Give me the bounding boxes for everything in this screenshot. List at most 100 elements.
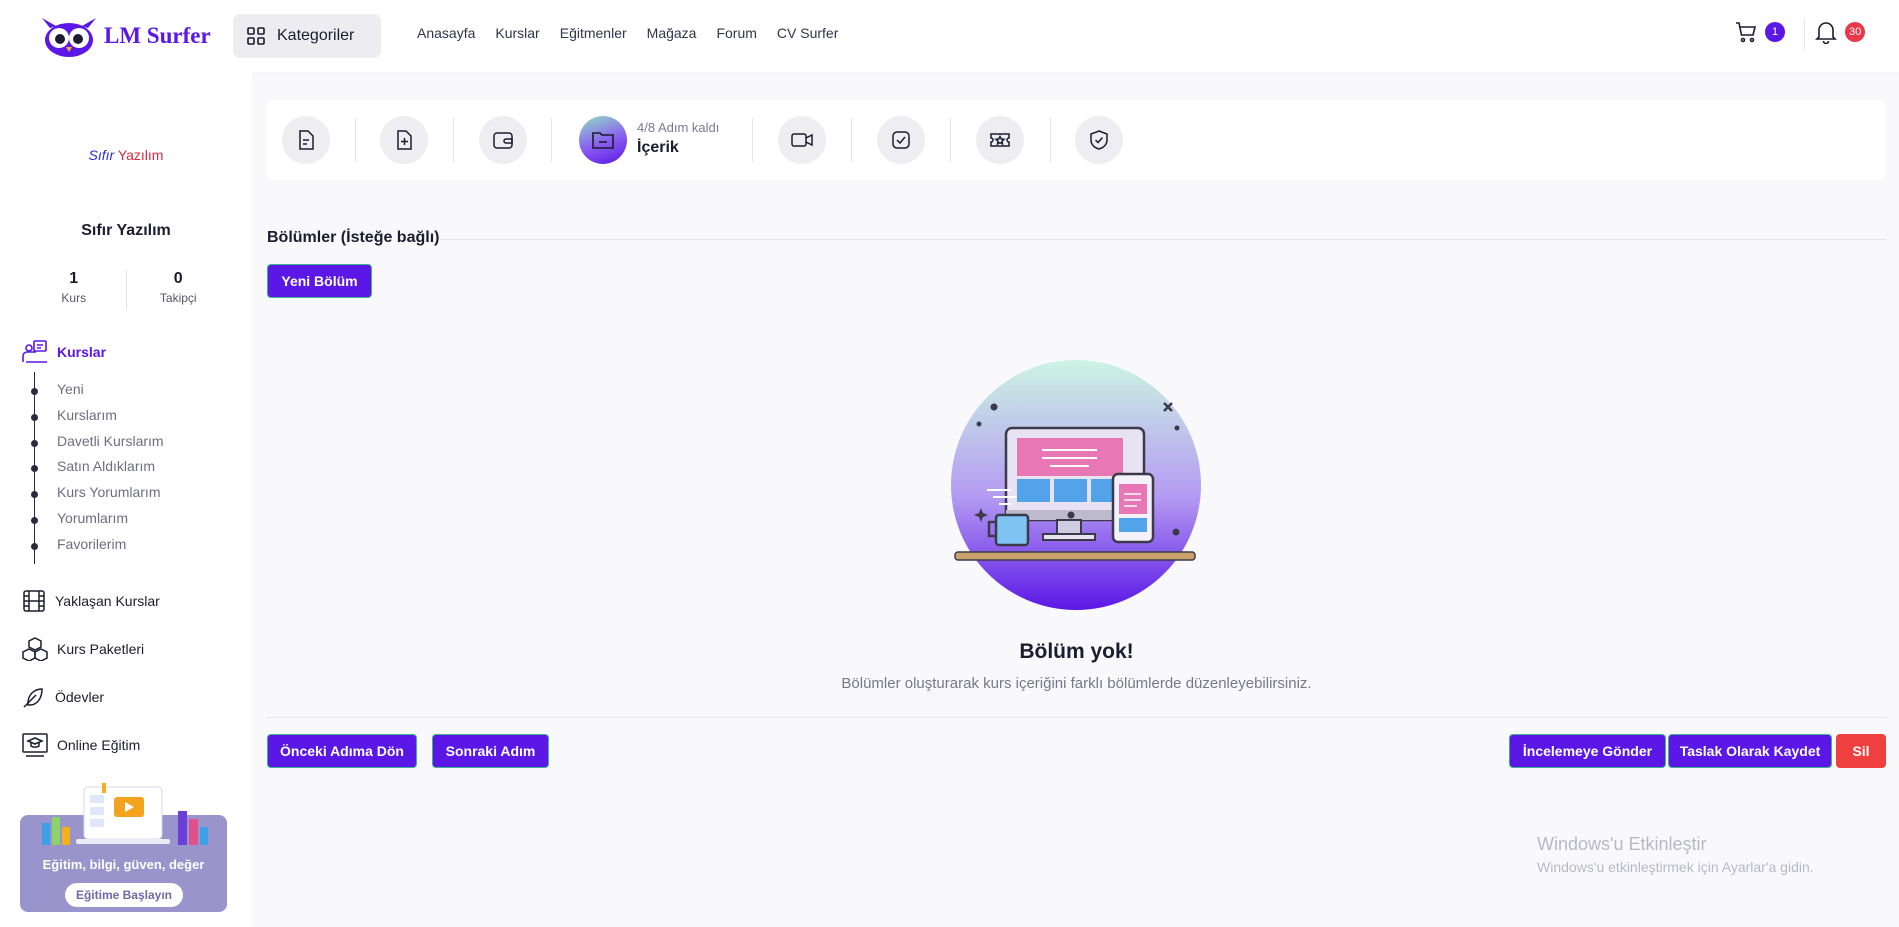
previous-step-button[interactable]: Önceki Adıma Dön [267, 734, 417, 768]
step-publish[interactable] [1075, 116, 1123, 164]
sidebar-subitem-purchases[interactable]: Satın Aldıklarım [57, 458, 155, 474]
step-separator [551, 118, 552, 162]
step-pricing[interactable] [479, 116, 527, 164]
nav-courses[interactable]: Kurslar [495, 25, 539, 41]
cart-icon[interactable] [1734, 20, 1758, 44]
submit-for-review-button[interactable]: İncelemeye Gönder [1509, 734, 1666, 768]
stat-followers-label: Takipçi [159, 291, 197, 305]
empty-state-title: Bölüm yok! [1019, 640, 1134, 663]
categories-button[interactable]: Kategoriler [233, 14, 381, 58]
step-details[interactable] [282, 116, 330, 164]
shield-check-icon [1090, 130, 1108, 150]
submenu-dot [31, 465, 38, 472]
sidebar-subitem-my-comments[interactable]: Yorumlarım [57, 510, 128, 526]
sidebar-subitem-my-courses[interactable]: Kurslarım [57, 407, 117, 423]
course-steps-bar: 4/8 Adım kaldı İçerik [267, 100, 1886, 180]
stat-courses-value: 1 [69, 270, 79, 287]
sidebar-item-label: Kurs Paketleri [57, 641, 145, 657]
step-separator [453, 118, 454, 162]
promo-card: Eğitim, bilgi, güven, değer Eğitime Başl… [20, 783, 227, 912]
brand-logo-part2: Yazılım [117, 147, 164, 163]
sidebar-item-label: Ödevler [55, 689, 105, 705]
nav-cv-surfer[interactable]: CV Surfer [777, 25, 838, 41]
sidebar-subitem-invited-courses[interactable]: Davetli Kurslarım [57, 433, 164, 449]
sidebar-item-courses[interactable]: Kurslar [22, 340, 106, 364]
logo-text: LM Surfer [104, 23, 211, 48]
presentation-icon [22, 340, 47, 363]
laptop-books-illustration [42, 783, 208, 845]
sidebar-item-label: Online Eğitim [57, 737, 141, 753]
stat-followers: 0 Takipçi [127, 270, 231, 310]
new-section-button[interactable]: Yeni Bölüm [267, 264, 372, 298]
step-separator [851, 118, 852, 162]
owl-logo-icon [42, 18, 96, 57]
step-separator [1050, 118, 1051, 162]
footer-divider [267, 717, 1886, 718]
active-step-title: İçerik [637, 139, 679, 156]
sidebar-item-upcoming-courses[interactable]: Yaklaşan Kurslar [22, 589, 160, 613]
step-content-active[interactable] [579, 116, 627, 164]
sidebar-subitem-favorites[interactable]: Favorilerim [57, 536, 126, 552]
wallet-icon [493, 132, 513, 149]
notification-count-badge: 30 [1845, 22, 1866, 42]
next-step-button[interactable]: Sonraki Adım [432, 734, 549, 768]
save-as-draft-button[interactable]: Taslak Olarak Kaydet [1668, 734, 1832, 768]
feather-icon [23, 688, 43, 708]
nav-home[interactable]: Anasayfa [417, 25, 475, 41]
sidebar-item-course-bundles[interactable]: Kurs Paketleri [22, 637, 144, 661]
windows-activation-subtitle: Windows'u etkinleştirmek için Ayarlar'a … [1537, 859, 1814, 875]
folder-minus-icon [592, 132, 614, 149]
step-separator [950, 118, 951, 162]
cart-count-badge: 1 [1765, 22, 1785, 42]
top-header: LM Surfer Kategoriler Anasayfa Kurslar E… [0, 0, 1899, 72]
file-plus-icon [397, 130, 412, 150]
sidebar-item-courses-label: Kurslar [57, 344, 107, 360]
profile-stats: 1 Kurs 0 Takipçi [22, 270, 230, 310]
stat-courses-label: Kurs [61, 291, 87, 305]
header-divider [1804, 18, 1805, 50]
steps-progress-text: 4/8 Adım kaldı [637, 120, 720, 135]
nav-instructors[interactable]: Eğitmenler [560, 25, 627, 41]
site-logo[interactable]: LM Surfer [38, 14, 211, 58]
submenu-dot [31, 491, 38, 498]
step-quiz[interactable] [877, 116, 925, 164]
bell-icon[interactable] [1815, 20, 1837, 44]
video-icon [791, 133, 813, 147]
sidebar-subitem-new[interactable]: Yeni [57, 381, 84, 397]
promo-start-button[interactable]: Eğitime Başlayın [65, 883, 183, 907]
main-nav: Anasayfa Kurslar Eğitmenler Mağaza Forum… [417, 25, 858, 41]
sections-title: Bölümler (İsteğe bağlı) [267, 229, 440, 246]
nav-forum[interactable]: Forum [716, 25, 756, 41]
step-separator [752, 118, 753, 162]
brand-logo: Sıfır Yazılım [0, 147, 252, 163]
checkbox-icon [892, 131, 910, 149]
sidebar-item-online-education[interactable]: Online Eğitim [22, 733, 140, 757]
delete-button[interactable]: Sil [1836, 734, 1886, 768]
step-certificate[interactable] [976, 116, 1024, 164]
sidebar-item-assignments[interactable]: Ödevler [22, 685, 104, 709]
nav-store[interactable]: Mağaza [647, 25, 697, 41]
submenu-dot [31, 414, 38, 421]
stat-followers-value: 0 [173, 270, 183, 287]
step-add-file[interactable] [380, 116, 428, 164]
boxes-icon [22, 637, 48, 661]
submenu-dot [31, 517, 38, 524]
step-meta: 4/8 Adım kaldı İçerik [637, 120, 719, 157]
windows-activation-title: Windows'u Etkinleştir [1537, 834, 1707, 854]
submenu-dot [31, 440, 38, 447]
step-video[interactable] [778, 116, 826, 164]
stat-courses: 1 Kurs [22, 270, 126, 310]
sidebar-item-label: Yaklaşan Kurslar [55, 593, 160, 609]
online-classroom-icon [22, 733, 48, 757]
brand-logo-part1: Sıfır [88, 147, 115, 163]
film-icon [23, 590, 45, 612]
profile-name: Sıfır Yazılım [81, 222, 171, 239]
grid-icon [247, 27, 265, 45]
section-divider [440, 239, 1886, 240]
sidebar-subitem-course-reviews[interactable]: Kurs Yorumlarım [57, 484, 160, 500]
sidebar: Sıfır Yazılım Sıfır Yazılım 1 Kurs 0 Tak… [0, 72, 252, 927]
empty-state-illustration [951, 360, 1201, 610]
promo-title: Eğitim, bilgi, güven, değer [42, 857, 205, 872]
submenu-dot [31, 543, 38, 550]
step-separator [355, 118, 356, 162]
